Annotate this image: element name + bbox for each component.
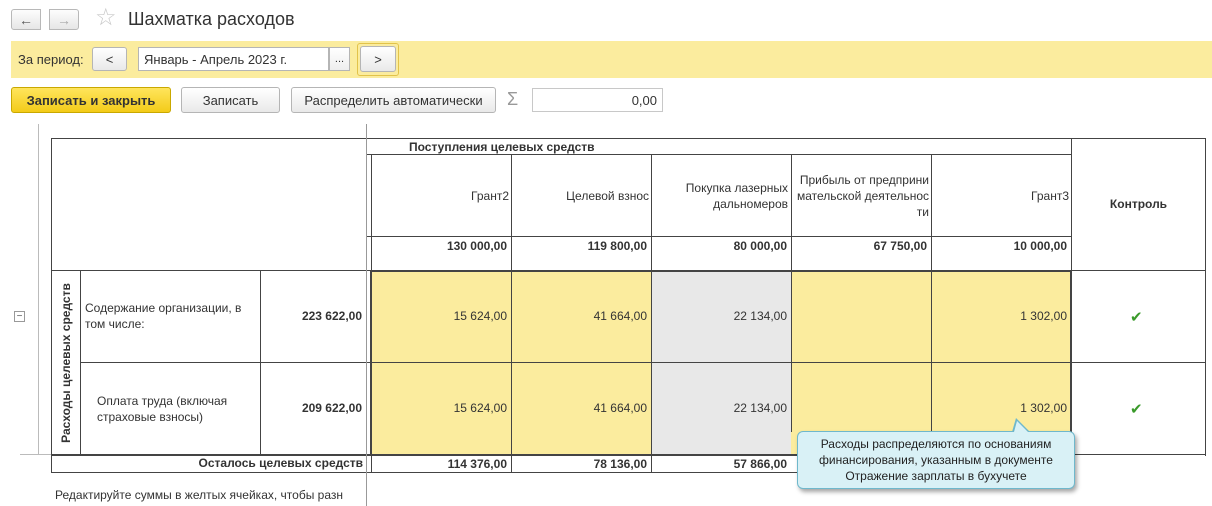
row-total: 223 622,00	[301, 309, 362, 323]
sigma-icon: Σ	[507, 89, 519, 109]
column-header: Покупка лазерных дальномеров	[685, 181, 788, 211]
expense-cell[interactable]: 41 664,00	[512, 400, 650, 416]
column-total: 130 000,00	[446, 238, 507, 253]
expenses-vertical-label: Расходы целевых средств	[58, 282, 73, 443]
remaining-value: 78 136,00	[593, 457, 647, 471]
edit-hint: Редактируйте суммы в желтых ячейках, что…	[55, 488, 343, 502]
expense-cell[interactable]	[792, 308, 930, 324]
column-total: 67 750,00	[873, 238, 927, 253]
period-select-button[interactable]: ...	[329, 47, 350, 71]
control-header: Контроль	[1109, 197, 1168, 211]
expense-cell[interactable]	[792, 400, 930, 416]
period-field[interactable]: Январь - Апрель 2023 г.	[138, 47, 329, 71]
save-button[interactable]: Записать	[181, 87, 280, 113]
back-button[interactable]: ←	[11, 9, 41, 30]
row-label: Содержание организации, в том числе:	[85, 301, 242, 331]
remaining-value: 114 376,00	[447, 457, 507, 471]
period-label: За период:	[18, 52, 84, 67]
tooltip-pointer-fill	[1014, 421, 1028, 432]
column-header: Целевой взнос	[566, 189, 649, 203]
previous-period-button[interactable]: <	[92, 47, 127, 71]
info-tooltip: Расходы распределяются по основаниям фин…	[797, 431, 1075, 489]
remaining-label: Осталось целевых средств	[198, 456, 363, 470]
expense-cell[interactable]: 15 624,00	[372, 400, 510, 416]
expense-cell: 22 134,00	[733, 309, 787, 323]
distribute-automatically-button[interactable]: Распределить автоматически	[291, 87, 496, 113]
check-icon: ✔	[1130, 401, 1143, 418]
group-header: Поступления целевых средств	[409, 140, 595, 154]
favorite-star-icon[interactable]: ☆	[95, 6, 117, 30]
save-and-close-button[interactable]: Записать и закрыть	[11, 87, 171, 113]
arrow-right-icon: →	[57, 11, 71, 28]
row-total: 209 622,00	[301, 401, 362, 415]
next-period-button[interactable]: >	[360, 46, 396, 72]
arrow-left-icon: ←	[19, 11, 33, 28]
expense-cell[interactable]: 41 664,00	[512, 308, 650, 324]
expense-cell[interactable]: 1 302,00	[932, 400, 1070, 416]
page-title: Шахматка расходов	[128, 9, 295, 29]
check-icon: ✔	[1130, 309, 1143, 326]
column-header: Грант2	[471, 189, 509, 203]
expense-cell: 22 134,00	[733, 401, 787, 415]
row-label: Оплата труда (включая страховые взносы)	[97, 394, 228, 424]
column-header: Грант3	[1031, 189, 1069, 203]
remaining-value: 57 866,00	[733, 457, 787, 471]
sum-field: 0,00	[532, 88, 663, 112]
column-total: 10 000,00	[1013, 238, 1067, 253]
collapse-icon[interactable]: −	[14, 311, 25, 322]
forward-button[interactable]: →	[49, 9, 79, 30]
column-header: Прибыль от предпринимательской деятельно…	[796, 173, 929, 219]
column-total: 119 800,00	[587, 238, 647, 253]
expense-cell[interactable]: 1 302,00	[932, 308, 1070, 324]
column-total: 80 000,00	[733, 238, 787, 253]
expense-cell[interactable]: 15 624,00	[372, 308, 510, 324]
